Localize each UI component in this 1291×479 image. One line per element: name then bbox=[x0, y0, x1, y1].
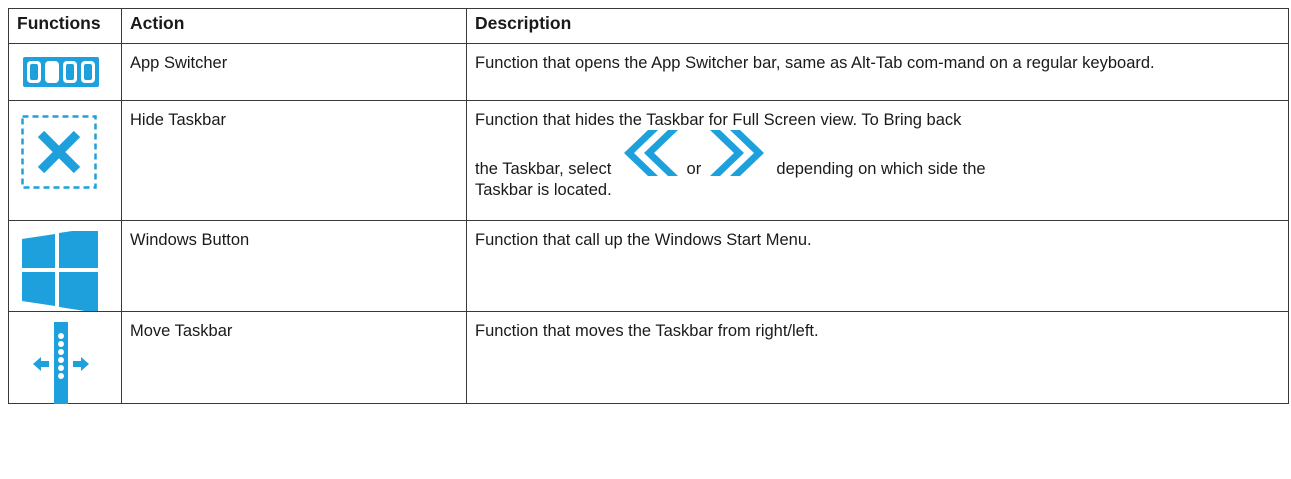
header-action: Action bbox=[121, 8, 467, 44]
table-row: Hide Taskbar Function that hides the Tas… bbox=[8, 100, 1289, 221]
function-icon-cell bbox=[8, 100, 122, 221]
action-cell: Windows Button bbox=[121, 220, 467, 312]
description-cell: Function that moves the Taskbar from rig… bbox=[466, 311, 1289, 404]
action-cell: Hide Taskbar bbox=[121, 100, 467, 221]
function-icon-cell bbox=[8, 220, 122, 312]
windows-logo-icon bbox=[22, 231, 98, 311]
description-line: the Taskbar, select or depending on whic… bbox=[475, 130, 1280, 180]
app-switcher-icon bbox=[23, 57, 99, 87]
description-text: depending on which side the bbox=[776, 160, 986, 178]
functions-table: Functions Action Description App Switche… bbox=[8, 8, 1289, 404]
description-line: Function that hides the Taskbar for Full… bbox=[475, 111, 962, 129]
action-cell: App Switcher bbox=[121, 43, 467, 101]
description-cell: Function that hides the Taskbar for Full… bbox=[466, 100, 1289, 221]
chevron-double-right-icon bbox=[709, 130, 764, 176]
description-cell: Function that opens the App Switcher bar… bbox=[466, 43, 1289, 101]
hide-taskbar-icon bbox=[21, 115, 97, 189]
function-icon-cell bbox=[8, 311, 122, 404]
description-cell: Function that call up the Windows Start … bbox=[466, 220, 1289, 312]
chevron-double-left-icon bbox=[623, 130, 678, 176]
table-row: Move Taskbar Function that moves the Tas… bbox=[8, 311, 1289, 404]
header-description: Description bbox=[466, 8, 1289, 44]
action-cell: Move Taskbar bbox=[121, 311, 467, 404]
table-row: Windows Button Function that call up the… bbox=[8, 220, 1289, 312]
description-line: Taskbar is located. bbox=[475, 181, 612, 199]
function-icon-cell bbox=[8, 43, 122, 101]
move-taskbar-icon bbox=[33, 322, 89, 404]
table-header-row: Functions Action Description bbox=[8, 8, 1289, 44]
header-functions: Functions bbox=[8, 8, 122, 44]
table-row: App Switcher Function that opens the App… bbox=[8, 43, 1289, 101]
description-text: the Taskbar, select bbox=[475, 160, 612, 178]
description-text: or bbox=[686, 160, 702, 178]
